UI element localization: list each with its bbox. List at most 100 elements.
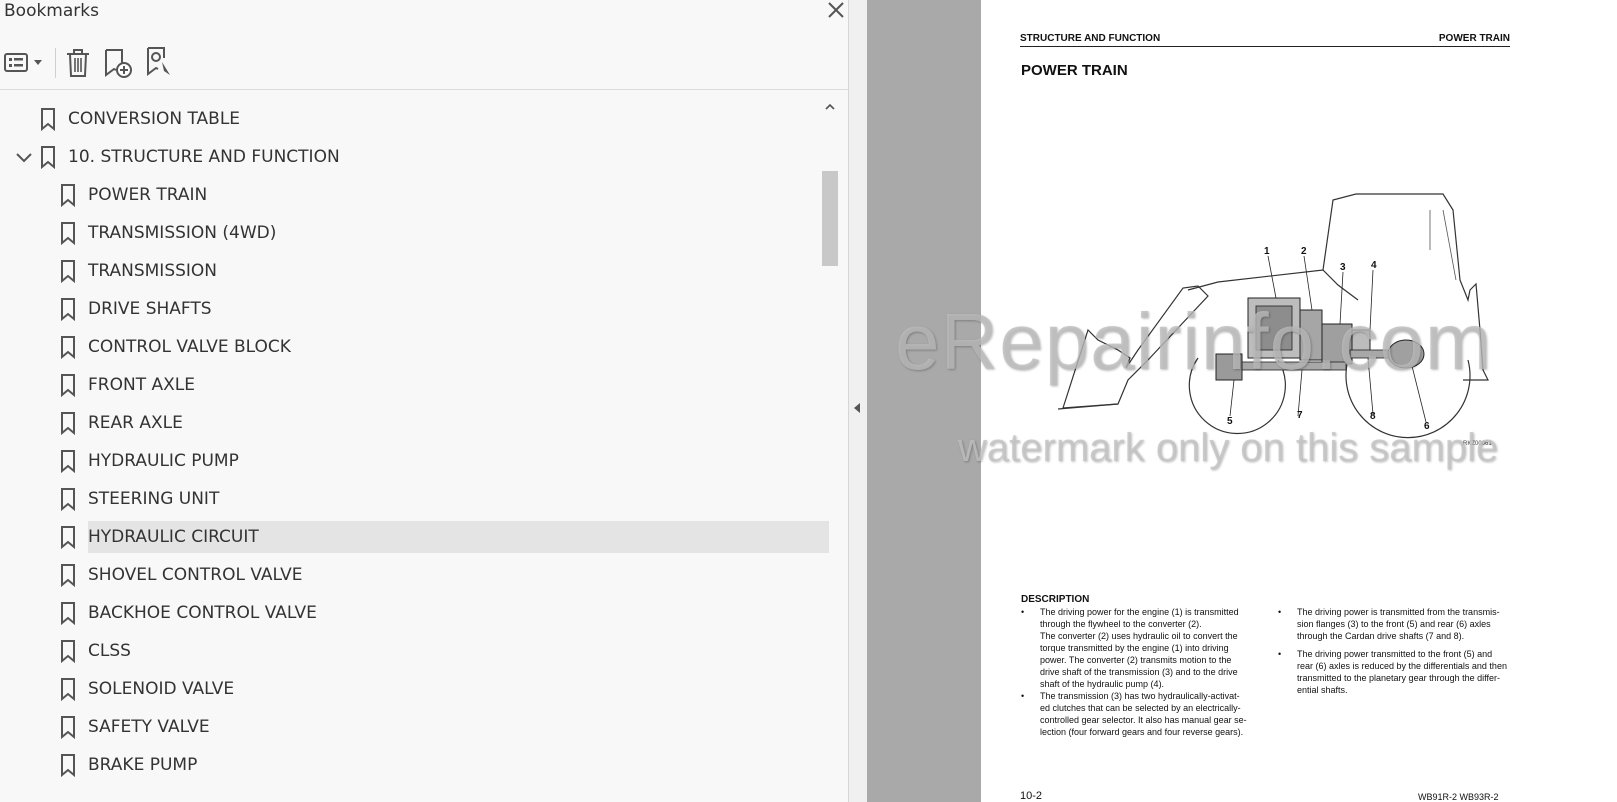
bookmark-item[interactable]: CONTROL VALVE BLOCK [58,330,818,364]
bookmark-icon [61,640,75,663]
bookmark-item[interactable]: STEERING UNIT [58,482,818,516]
bookmark-item-selected[interactable]: HYDRAULIC CIRCUIT [58,520,829,554]
description-left-column: • The driving power for the engine (1) i… [1021,606,1253,738]
text-line: The converter (2) uses hydraulic oil to … [1040,631,1238,641]
text-line: The transmission (3) has two hydraulical… [1040,691,1240,701]
bookmark-item[interactable]: DRIVE SHAFTS [58,292,818,326]
bookmark-icon [61,222,75,245]
list-options-icon[interactable] [2,44,46,80]
bookmark-item[interactable]: BACKHOE CONTROL VALVE [58,596,818,630]
collapse-panel-icon[interactable] [852,401,862,420]
bookmark-tree: CONVERSION TABLE 10. STRUCTURE AND FUNCT… [0,100,845,802]
description-right-column: • The driving power is transmitted from … [1278,606,1510,702]
text-line: controlled gear selector. It also has ma… [1040,715,1247,725]
bookmark-label: SHOVEL CONTROL VALVE [88,565,303,585]
watermark-site: eRepairinfo.com [895,297,1493,386]
scroll-up-button[interactable] [823,100,837,114]
bookmark-label: HYDRAULIC PUMP [88,451,239,471]
description-heading: DESCRIPTION [1021,594,1090,605]
page-title: POWER TRAIN [1021,62,1128,79]
bookmark-icon [61,564,75,587]
text-line: The driving power for the engine (1) is … [1040,607,1239,617]
bookmark-icon [61,374,75,397]
model-number: WB91R-2 WB93R-2 [1418,792,1499,802]
bookmark-icon [61,526,75,549]
bookmark-icon [61,336,75,359]
bookmark-label: CLSS [88,641,131,661]
bookmark-item[interactable]: SHOVEL CONTROL VALVE [58,558,818,592]
bookmark-add-icon[interactable] [102,44,136,80]
text-line: lection (four forward gears and four rev… [1040,727,1244,737]
bookmark-label: TRANSMISSION (4WD) [88,223,277,243]
text-line: The driving power transmitted to the fro… [1297,649,1493,659]
bookmark-label: POWER TRAIN [88,185,208,205]
bookmark-label: FRONT AXLE [88,375,195,395]
bookmark-icon [61,602,75,625]
text-line: The driving power is transmitted from th… [1297,607,1500,617]
panel-header: Bookmarks [0,0,849,36]
bookmark-icon [41,146,55,169]
bookmark-item[interactable]: BRAKE PUMP [58,748,818,782]
toolbar-separator [55,48,56,78]
trash-icon[interactable] [62,44,94,80]
bookmark-label: CONVERSION TABLE [68,109,241,129]
figure-callout: 3 [1340,262,1346,273]
text-line: transmitted to the planetary gear throug… [1297,673,1500,683]
bookmark-label: SOLENOID VALVE [88,679,235,699]
bookmark-item[interactable]: FRONT AXLE [58,368,818,402]
bookmark-icon [61,450,75,473]
bookmark-item[interactable]: SOLENOID VALVE [58,672,818,706]
scrollbar-thumb[interactable] [822,171,838,266]
bookmark-icon [61,488,75,511]
text-line: rear (6) axles is reduced by the differe… [1297,661,1507,671]
text-line: sion flanges (3) to the front (5) and re… [1297,619,1491,629]
bookmarks-panel: Bookmarks CONVERSION TABLE 10. STRUCTURE… [0,0,849,802]
figure-callout: 1 [1264,246,1270,257]
bookmark-item[interactable]: SAFETY VALVE [58,710,818,744]
bookmark-icon [61,716,75,739]
bookmark-icon [61,260,75,283]
description-paragraph: • The driving power is transmitted from … [1278,606,1510,642]
text-line: through the Cardan drive shafts (7 and 8… [1297,631,1465,641]
figure-callout: 8 [1370,411,1376,422]
watermark-note: watermark only on this sample [958,426,1499,470]
bookmark-item[interactable]: CLSS [58,634,818,668]
bookmark-item[interactable]: HYDRAULIC PUMP [58,444,818,478]
bookmark-label: BRAKE PUMP [88,755,198,775]
bookmark-search-icon[interactable] [144,44,178,80]
text-line: through the flywheel to the converter (2… [1040,619,1202,629]
page-running-header: STRUCTURE AND FUNCTION POWER TRAIN [1020,33,1510,47]
figure-callout: 2 [1301,246,1307,257]
text-line: torque transmitted by the engine (1) int… [1040,643,1229,653]
bookmark-item[interactable]: REAR AXLE [58,406,818,440]
bullet: • [1021,691,1025,701]
bookmark-label: REAR AXLE [88,413,183,433]
bookmarks-toolbar [0,40,849,90]
bookmark-icon [61,678,75,701]
bookmark-item[interactable]: TRANSMISSION (4WD) [58,216,818,250]
bookmark-icon [61,412,75,435]
text-line: power. The converter (2) transmits motio… [1040,655,1232,665]
bullet: • [1278,649,1282,659]
panel-title: Bookmarks [4,1,99,21]
header-section: STRUCTURE AND FUNCTION [1020,33,1161,44]
bookmark-icon [61,298,75,321]
text-line: drive shaft of the transmission (3) and … [1040,667,1238,677]
figure-callout: 7 [1297,410,1303,421]
bookmark-label: SAFETY VALVE [88,717,210,737]
bookmark-item[interactable]: POWER TRAIN [58,178,818,212]
bookmark-label: CONTROL VALVE BLOCK [88,337,291,357]
bookmark-item[interactable]: TRANSMISSION [58,254,818,288]
header-topic: POWER TRAIN [1438,33,1510,44]
figure-callout: 4 [1371,260,1377,271]
description-paragraph: • The transmission (3) has two hydraulic… [1021,690,1253,738]
chevron-down-icon[interactable] [14,147,34,167]
bookmark-item[interactable]: CONVERSION TABLE [38,102,818,136]
bullet: • [1021,607,1025,617]
bookmark-icon [61,754,75,777]
description-paragraph: • The driving power for the engine (1) i… [1021,606,1253,690]
app-root: Bookmarks CONVERSION TABLE 10. STRUCTURE… [0,0,1617,802]
bookmark-label: 10. STRUCTURE AND FUNCTION [68,147,340,167]
text-line: ed clutches that can be selected by an e… [1040,703,1241,713]
bookmark-item-structure-and-function[interactable]: 10. STRUCTURE AND FUNCTION [14,140,818,174]
